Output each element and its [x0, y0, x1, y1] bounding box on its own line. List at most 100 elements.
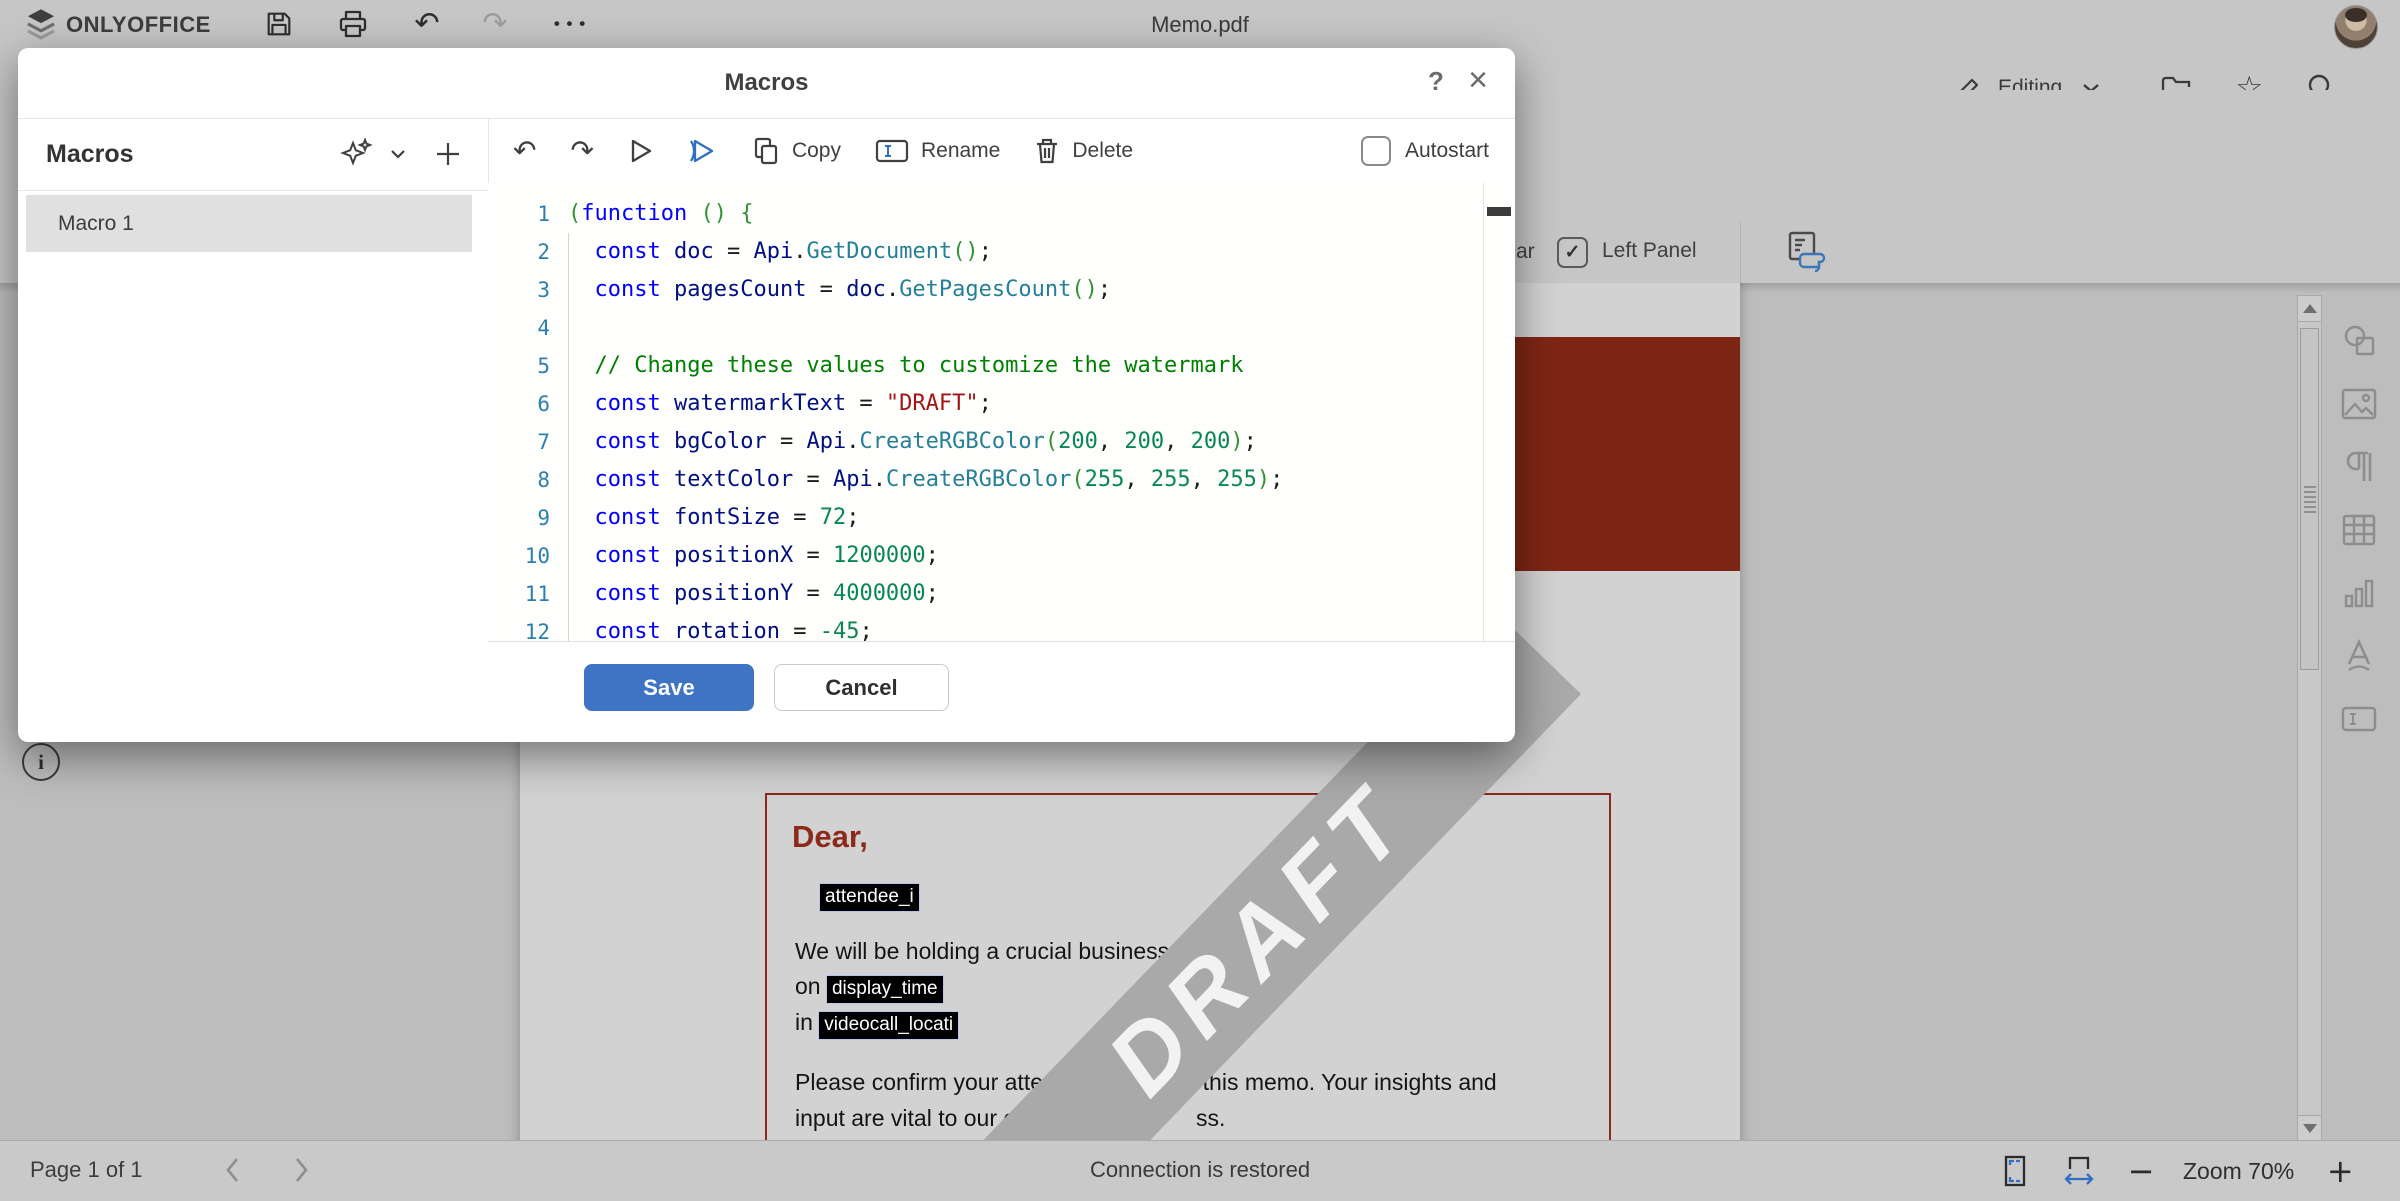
line-number: 2: [488, 233, 560, 271]
code-line[interactable]: 5 // Change these values to customize th…: [488, 347, 1481, 385]
copy-macro-button[interactable]: Copy: [752, 137, 841, 165]
dialog-header[interactable]: Macros ? ×: [18, 48, 1515, 119]
code-line[interactable]: 2 const doc = Api.GetDocument();: [488, 233, 1481, 271]
autostart-toggle[interactable]: Autostart: [1361, 136, 1489, 166]
code-line[interactable]: 8 const textColor = Api.CreateRGBColor(2…: [488, 461, 1481, 499]
arrow-down-icon: [2303, 1124, 2317, 1133]
code-line[interactable]: 4: [488, 309, 1481, 347]
code-line[interactable]: 11 const positionY = 4000000;: [488, 575, 1481, 613]
arrow-up-icon: [2303, 304, 2317, 313]
code-line[interactable]: 12 const rotation = -45;: [488, 613, 1481, 642]
run-macro-button[interactable]: [628, 137, 654, 165]
scroll-down-button[interactable]: [2297, 1115, 2322, 1140]
line-number: 3: [488, 271, 560, 309]
macro-list-item[interactable]: Macro 1: [26, 195, 472, 252]
line-number: 12: [488, 613, 560, 642]
fit-page-button[interactable]: [1995, 1151, 2035, 1191]
line-number: 8: [488, 461, 560, 499]
code-line[interactable]: 9 const fontSize = 72;: [488, 499, 1481, 537]
line-number: 1: [488, 195, 560, 233]
chart-icon[interactable]: [2338, 575, 2380, 611]
code-line[interactable]: 6 const watermarkText = "DRAFT";: [488, 385, 1481, 423]
memo-line-time: on display_time: [795, 973, 943, 1003]
trash-icon: [1034, 137, 1060, 165]
memo-line-location: in videocall_locati: [795, 1009, 958, 1039]
truncated-checkbox-label: ar: [1516, 240, 1535, 264]
memo-line-vital-left: input are vital to our c: [795, 1105, 1015, 1132]
info-button[interactable]: i: [22, 743, 60, 781]
print-button[interactable]: [336, 7, 370, 41]
macro-redo-button[interactable]: ↷: [570, 136, 593, 166]
right-tool-rail: [2336, 323, 2382, 737]
editor-scrollbar-thumb[interactable]: [1487, 207, 1511, 216]
time-form-field[interactable]: display_time: [827, 976, 943, 1003]
line-number: 7: [488, 423, 560, 461]
brand-name: ONLYOFFICE: [66, 12, 211, 38]
memo-line-confirm-left: Please confirm your atten: [795, 1069, 1056, 1096]
save-button[interactable]: Save: [584, 664, 754, 711]
textart-icon[interactable]: [2338, 638, 2380, 674]
line-number: 6: [488, 385, 560, 423]
table-icon[interactable]: [2338, 512, 2380, 548]
ai-sparkle-button[interactable]: [340, 137, 374, 171]
textfield-icon[interactable]: [2338, 701, 2380, 737]
undo-button[interactable]: ↶: [410, 7, 444, 41]
next-page-button[interactable]: [286, 1155, 316, 1185]
zoom-out-button[interactable]: −: [2121, 1151, 2161, 1191]
macro-list-title: Macros: [46, 140, 134, 169]
add-macro-button[interactable]: [434, 140, 462, 168]
zoom-in-button[interactable]: +: [2320, 1151, 2360, 1191]
line-number: 5: [488, 347, 560, 385]
redo-button[interactable]: ↷: [478, 7, 512, 41]
image-icon[interactable]: [2338, 386, 2380, 422]
code-line[interactable]: 1(function () {: [488, 195, 1481, 233]
attendee-form-field[interactable]: attendee_i: [820, 881, 919, 911]
scrollbar-grip: [2304, 483, 2316, 516]
editor-scrollbar-track[interactable]: [1483, 183, 1484, 641]
zoom-controls: − Zoom 70% +: [1995, 1149, 2360, 1193]
code-editor[interactable]: 1(function () {2 const doc = Api.GetDocu…: [488, 183, 1515, 642]
location-form-field[interactable]: videocall_locati: [819, 1012, 958, 1039]
previous-page-button[interactable]: [218, 1155, 248, 1185]
memo-line-vital-right: ss.: [1196, 1105, 1225, 1132]
help-button[interactable]: ?: [1421, 66, 1451, 97]
code-lines: 1(function () {2 const doc = Api.GetDocu…: [488, 195, 1481, 642]
dialog-footer: Save Cancel: [18, 642, 1515, 742]
save-button[interactable]: [262, 7, 296, 41]
chevron-down-icon[interactable]: [390, 148, 406, 160]
rename-macro-button[interactable]: Rename: [875, 138, 1000, 164]
rename-icon: [875, 138, 909, 164]
macro-list-header: Macros: [18, 118, 488, 191]
macro-list-panel: Macros Macro 1: [18, 118, 489, 642]
page-indicator: Page 1 of 1: [30, 1157, 143, 1183]
left-panel-checkbox[interactable]: ✓: [1557, 237, 1588, 268]
cancel-button[interactable]: Cancel: [774, 664, 949, 711]
line-number: 4: [488, 309, 560, 347]
close-icon[interactable]: ×: [1461, 60, 1495, 100]
scroll-up-button[interactable]: [2297, 295, 2322, 322]
paragraph-icon[interactable]: [2338, 449, 2380, 485]
line-number: 10: [488, 537, 560, 575]
dialog-title: Macros: [724, 69, 808, 97]
top-toolbar: ONLYOFFICE ↶ ↷ • • • Memo.pdf: [0, 0, 2400, 48]
shapes-icon[interactable]: [2338, 323, 2380, 359]
user-avatar[interactable]: [2334, 5, 2378, 49]
macro-undo-button[interactable]: ↶: [513, 136, 536, 166]
macro-toolbar: ↶ ↷ Copy Rename Delete Autosta: [488, 118, 1515, 184]
delete-macro-button[interactable]: Delete: [1034, 137, 1133, 165]
code-line[interactable]: 10 const positionX = 1200000;: [488, 537, 1481, 575]
line-number: 9: [488, 499, 560, 537]
macros-dialog: Macros ? × Macros Macro 1: [18, 48, 1515, 742]
scrollbar-thumb[interactable]: [2300, 328, 2319, 670]
fit-width-button[interactable]: [2059, 1151, 2099, 1191]
memo-line-meeting: We will be holding a crucial business m: [795, 938, 1195, 965]
document-scrollbar[interactable]: [2297, 295, 2322, 1140]
code-line[interactable]: 7 const bgColor = Api.CreateRGBColor(200…: [488, 423, 1481, 461]
left-panel-label[interactable]: Left Panel: [1602, 239, 1697, 263]
onlyoffice-logo-icon: [25, 8, 57, 42]
autostart-checkbox[interactable]: [1361, 136, 1391, 166]
more-actions-button[interactable]: • • •: [546, 7, 594, 41]
code-line[interactable]: 3 const pagesCount = doc.GetPagesCount()…: [488, 271, 1481, 309]
memo-greeting: Dear,: [792, 819, 868, 855]
run-all-macro-button[interactable]: [688, 137, 718, 165]
